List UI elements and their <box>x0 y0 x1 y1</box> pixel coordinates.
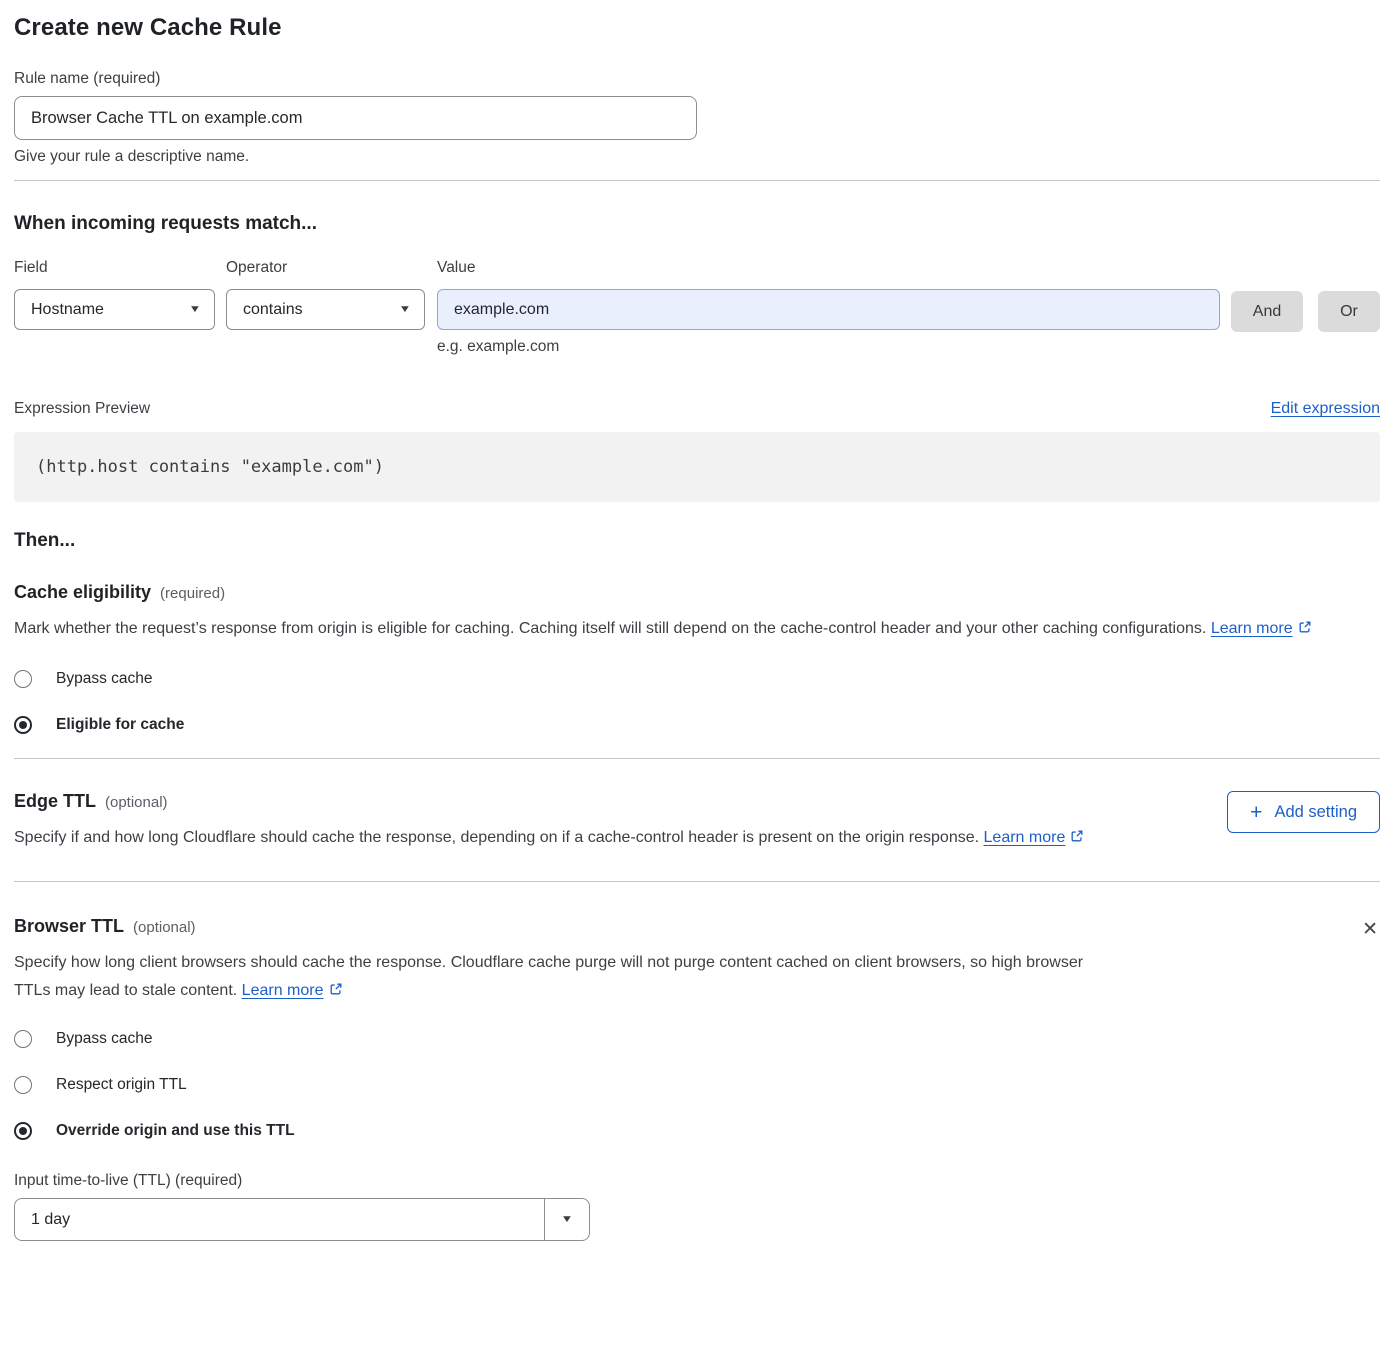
expression-code-block: (http.host contains "example.com") <box>14 432 1380 502</box>
close-icon[interactable]: ✕ <box>1360 918 1380 941</box>
radio-button-icon[interactable] <box>14 670 32 688</box>
radio-label: Bypass cache <box>56 670 153 688</box>
dropdown-caret-glyph: ▼ <box>561 1214 574 1225</box>
page-title: Create new Cache Rule <box>14 14 1380 42</box>
field-label: Field <box>14 259 215 277</box>
rule-name-helper: Give your rule a descriptive name. <box>14 148 1380 166</box>
cache-eligibility-title: Cache eligibility <box>14 582 151 603</box>
expression-preview-label: Expression Preview <box>14 400 150 418</box>
radio-eligible-for-cache[interactable]: Eligible for cache <box>14 716 1380 734</box>
cache-eligibility-heading: Cache eligibility (required) <box>14 582 1380 603</box>
radio-button-icon[interactable] <box>14 1076 32 1094</box>
cache-eligibility-qualifier: (required) <box>160 585 225 602</box>
edge-ttl-qualifier: (optional) <box>105 794 168 811</box>
section-divider <box>14 180 1380 181</box>
chevron-down-icon[interactable]: ▼ <box>544 1199 589 1240</box>
add-setting-label: Add setting <box>1274 803 1357 822</box>
ttl-select[interactable]: 1 day ▼ <box>14 1198 590 1241</box>
browser-ttl-qualifier: (optional) <box>133 919 196 936</box>
browser-ttl-title: Browser TTL <box>14 916 124 937</box>
match-condition-row: Field Hostname ▼ Operator contains ▼ Val… <box>14 259 1380 356</box>
edge-ttl-text: Edge TTL (optional) Specify if and how l… <box>14 791 1227 853</box>
section-divider <box>14 881 1380 882</box>
external-link-icon <box>329 978 343 1006</box>
add-setting-button[interactable]: + Add setting <box>1227 791 1380 833</box>
radio-label: Override origin and use this TTL <box>56 1122 295 1140</box>
value-label: Value <box>437 259 1220 277</box>
then-heading: Then... <box>14 530 1380 552</box>
chevron-down-icon: ▼ <box>399 304 412 315</box>
value-input[interactable] <box>437 289 1220 330</box>
browser-ttl-description-text: Specify how long client browsers should … <box>14 954 1083 999</box>
or-button[interactable]: Or <box>1318 291 1380 332</box>
rule-name-input[interactable] <box>14 96 697 140</box>
operator-select[interactable]: contains ▼ <box>226 289 425 330</box>
ttl-select-value: 1 day <box>15 1199 544 1240</box>
radio-bypass-cache[interactable]: Bypass cache <box>14 670 1380 688</box>
ttl-input-label: Input time-to-live (TTL) (required) <box>14 1172 1380 1190</box>
plus-icon: + <box>1250 802 1262 823</box>
edit-expression-link[interactable]: Edit expression <box>1271 400 1380 418</box>
edge-ttl-heading: Edge TTL (optional) <box>14 791 1227 812</box>
radio-browser-bypass-cache[interactable]: Bypass cache <box>14 1030 1380 1048</box>
radio-override-origin-ttl[interactable]: Override origin and use this TTL <box>14 1122 1380 1140</box>
radio-label: Eligible for cache <box>56 716 184 734</box>
edge-ttl-section: Edge TTL (optional) Specify if and how l… <box>14 791 1380 853</box>
create-cache-rule-form: Create new Cache Rule Rule name (require… <box>0 0 1400 1259</box>
edge-ttl-description-text: Specify if and how long Cloudflare shoul… <box>14 829 979 846</box>
edge-ttl-learn-more-link[interactable]: Learn more <box>984 829 1066 846</box>
chevron-down-icon: ▼ <box>189 304 202 315</box>
browser-ttl-heading: Browser TTL (optional) <box>14 916 1360 937</box>
field-column: Field Hostname ▼ <box>14 259 215 330</box>
cache-eligibility-description: Mark whether the request’s response from… <box>14 615 1380 644</box>
value-helper: e.g. example.com <box>437 338 1220 356</box>
expression-code: (http.host contains "example.com") <box>36 457 384 477</box>
field-select-value: Hostname <box>31 301 104 319</box>
value-column: Value e.g. example.com <box>437 259 1220 356</box>
edge-ttl-title: Edge TTL <box>14 791 96 812</box>
section-divider <box>14 758 1380 759</box>
radio-respect-origin-ttl[interactable]: Respect origin TTL <box>14 1076 1380 1094</box>
and-button[interactable]: And <box>1231 291 1303 332</box>
browser-ttl-text: Browser TTL (optional) Specify how long … <box>14 916 1360 1006</box>
operator-column: Operator contains ▼ <box>226 259 425 330</box>
cache-eligibility-learn-more-link[interactable]: Learn more <box>1211 620 1293 637</box>
radio-button-icon[interactable] <box>14 716 32 734</box>
radio-button-icon[interactable] <box>14 1030 32 1048</box>
browser-ttl-description: Specify how long client browsers should … <box>14 949 1104 1006</box>
browser-ttl-learn-more-link[interactable]: Learn more <box>242 982 324 999</box>
external-link-icon <box>1070 825 1084 853</box>
cache-eligibility-description-text: Mark whether the request’s response from… <box>14 620 1206 637</box>
browser-ttl-section: Browser TTL (optional) Specify how long … <box>14 916 1380 1006</box>
match-heading: When incoming requests match... <box>14 213 1380 235</box>
operator-select-value: contains <box>243 301 303 319</box>
edge-ttl-description: Specify if and how long Cloudflare shoul… <box>14 824 1114 853</box>
field-select[interactable]: Hostname ▼ <box>14 289 215 330</box>
rule-name-label: Rule name (required) <box>14 70 1380 88</box>
operator-label: Operator <box>226 259 425 277</box>
external-link-icon <box>1298 616 1312 644</box>
expression-preview-row: Expression Preview Edit expression <box>14 400 1380 418</box>
radio-label: Bypass cache <box>56 1030 153 1048</box>
radio-label: Respect origin TTL <box>56 1076 187 1094</box>
radio-button-icon[interactable] <box>14 1122 32 1140</box>
